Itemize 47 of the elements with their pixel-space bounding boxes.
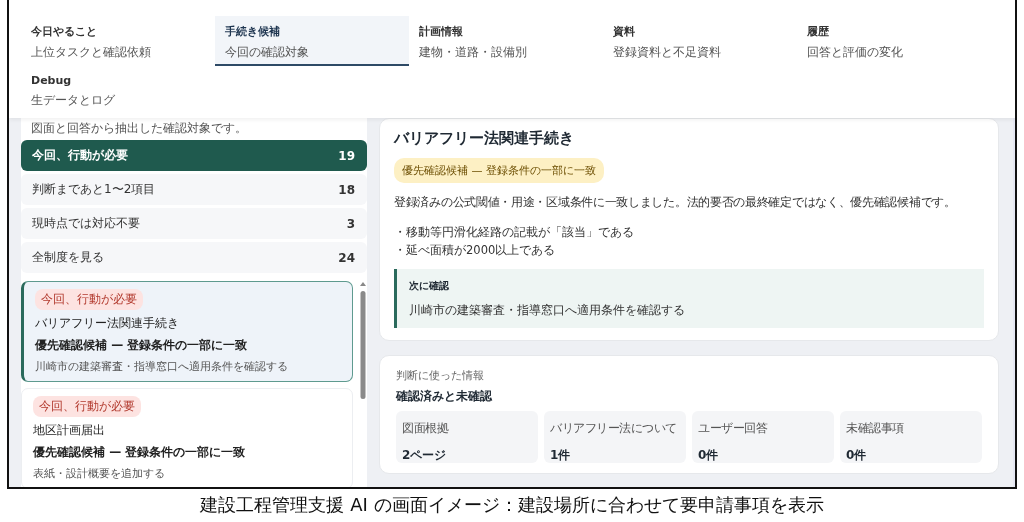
procedure-card[interactable]: 今回、行動が必要 地区計画届出 優先確認候補 — 登録条件の一部に一致 表紙・設計概要を追加する: [21, 388, 353, 487]
filter-item[interactable]: 今回、行動が必要 19: [21, 140, 367, 171]
next-step-heading: 次に確認: [409, 279, 450, 293]
filter-label: 判断まであと1〜2項目: [32, 181, 156, 198]
filter-count: 24: [338, 250, 355, 265]
intro-text: 図面と回答から抽出した確認対象です。: [30, 120, 248, 137]
card-title: 地区計画届出: [33, 422, 105, 439]
stat-value: 0件: [698, 447, 720, 464]
card-status: 優先確認候補 — 登録条件の一部に一致: [35, 337, 248, 354]
condition-text: ・移動等円滑化経路の記載が「該当」である: [394, 224, 635, 241]
caption-text: 建設工程管理支援 AI の画面イメージ：建設場所に合わせて要申請事項を表示: [200, 493, 824, 517]
filter-item[interactable]: 判断まであと1〜2項目 18: [21, 174, 367, 205]
next-step-text: 川崎市の建築審査・指導窓口へ適用条件を確認する: [409, 303, 686, 318]
priority-badge: 今回、行動が必要: [35, 289, 143, 310]
filter-count: 19: [338, 148, 355, 163]
stat-label: 図面根拠: [402, 420, 450, 437]
nav-tab[interactable]: 資料 登録資料と不足資料: [603, 16, 797, 66]
stat-value: 2ページ: [402, 447, 448, 464]
condition-text: ・延べ面積が2000以上である: [394, 242, 557, 259]
filter-label: 現時点では対応不要: [32, 215, 140, 232]
stat-label: バリアフリー法について: [550, 420, 678, 437]
filter-count: 3: [346, 216, 355, 231]
card-status: 優先確認候補 — 登録条件の一部に一致: [33, 444, 246, 461]
stat-value: 0件: [846, 447, 868, 464]
nav-tab[interactable]: 計画情報 建物・道路・設備別: [409, 16, 603, 66]
info-heading: 確認済みと未確認: [396, 388, 493, 405]
card-note: 川崎市の建築審査・指導窓口へ適用条件を確認する: [35, 359, 288, 374]
card-note: 表紙・設計概要を追加する: [33, 466, 165, 481]
nav-tab[interactable]: 今日やること 上位タスクと確認依頼: [21, 16, 215, 66]
summary-text: 登録済みの公式閾値・用途・区域条件に一致しました。法的要否の最終確定ではなく、優先確認候補です。: [394, 194, 957, 211]
stat-value: 1件: [550, 447, 572, 464]
status-badge: 優先確認候補 — 登録条件の一部に一致: [394, 158, 604, 183]
filter-item[interactable]: 全制度を見る 24: [21, 242, 367, 273]
detail-title: バリアフリー法関連手続き: [394, 129, 575, 148]
nav-tab[interactable]: Debug 生データとログ: [21, 66, 215, 116]
nav-tab[interactable]: 手続き候補 今回の確認対象: [215, 16, 409, 66]
priority-badge: 今回、行動が必要: [33, 396, 141, 417]
filter-item[interactable]: 現時点では対応不要 3: [21, 208, 367, 239]
nav-tab[interactable]: 履歴 回答と評価の変化: [797, 16, 991, 66]
filter-count: 18: [338, 182, 355, 197]
filter-label: 今回、行動が必要: [32, 147, 128, 164]
stat-label: ユーザー回答: [698, 420, 768, 437]
stat-label: 未確認事項: [846, 420, 905, 437]
info-eyebrow: 判断に使った情報: [396, 368, 485, 383]
procedure-card[interactable]: 今回、行動が必要 バリアフリー法関連手続き 優先確認候補 — 登録条件の一部に一致 川崎市の建築審査・指導窓口へ適用条件を確認する: [21, 281, 353, 382]
card-title: バリアフリー法関連手続き: [35, 315, 179, 332]
filter-label: 全制度を見る: [32, 249, 104, 266]
